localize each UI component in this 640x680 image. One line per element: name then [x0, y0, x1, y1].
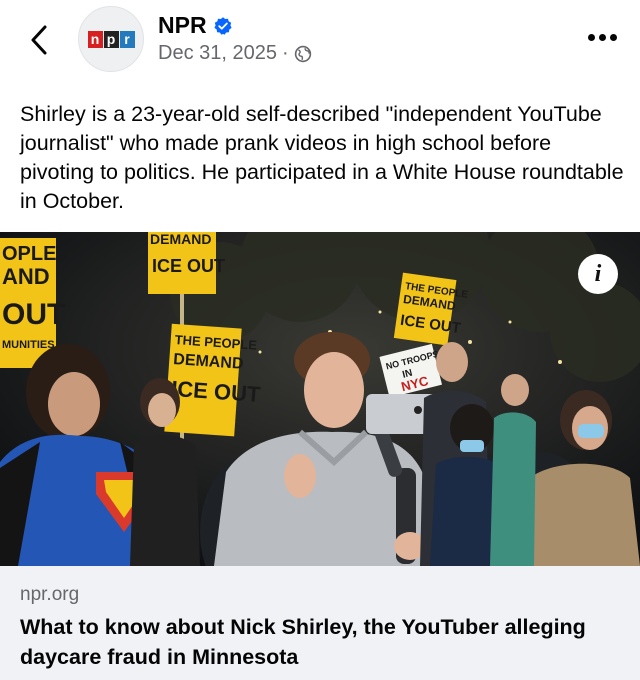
- svg-text:DEMAND: DEMAND: [150, 232, 211, 247]
- meta-separator: ·: [281, 42, 289, 64]
- protest-photo-illustration: OPLE AND OUT MUNITIES DEMAND ICE OUT THE…: [0, 232, 640, 566]
- info-button[interactable]: i: [578, 254, 618, 294]
- globe-icon: [294, 45, 311, 62]
- svg-text:ICE OUT: ICE OUT: [152, 256, 225, 276]
- link-preview-card[interactable]: npr.org What to know about Nick Shirley,…: [0, 566, 640, 680]
- npr-logo: n p r: [87, 30, 135, 48]
- svg-text:OPLE: OPLE: [2, 243, 56, 265]
- more-options-button[interactable]: [580, 22, 624, 52]
- chevron-left-icon: [31, 25, 47, 55]
- post-date[interactable]: Dec 31, 2025: [158, 42, 277, 65]
- page-name-row: NPR: [158, 12, 233, 39]
- link-domain: npr.org: [20, 584, 80, 605]
- svg-text:MUNITIES: MUNITIES: [2, 339, 55, 351]
- more-dot: [587, 33, 595, 41]
- back-button[interactable]: [22, 18, 56, 62]
- svg-text:AND: AND: [2, 264, 50, 289]
- post-photo[interactable]: OPLE AND OUT MUNITIES DEMAND ICE OUT THE…: [0, 232, 640, 566]
- post-body-text: Shirley is a 23-year-old self-described …: [20, 102, 624, 213]
- more-dot: [609, 33, 617, 41]
- post-meta: Dec 31, 2025 ·: [158, 42, 312, 65]
- link-headline: What to know about Nick Shirley, the You…: [20, 615, 586, 669]
- post-header: n p r NPR Dec 31, 2025 ·: [0, 0, 640, 86]
- page-avatar[interactable]: n p r: [78, 6, 144, 72]
- page-name[interactable]: NPR: [158, 12, 207, 39]
- svg-text:OUT: OUT: [2, 298, 65, 331]
- verified-badge-icon: [213, 16, 232, 35]
- more-dot: [598, 33, 606, 41]
